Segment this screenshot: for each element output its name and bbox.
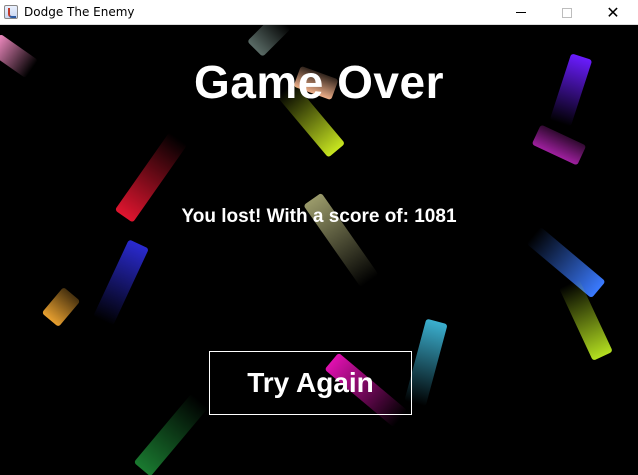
try-again-button[interactable]: Try Again [209, 351, 412, 415]
close-icon: ✕ [606, 2, 620, 22]
maximize-icon [562, 7, 572, 18]
enemy-streak [93, 239, 149, 326]
minimize-button[interactable] [498, 0, 544, 25]
enemy-streak [531, 124, 587, 166]
score-message: You lost! With a score of: 1081 [181, 206, 457, 227]
window-title: Dodge The Enemy [24, 5, 135, 19]
enemy-streak [247, 25, 291, 57]
minimize-icon [516, 12, 526, 13]
java-cup-icon [4, 5, 18, 19]
window-titlebar[interactable]: Dodge The Enemy ✕ [0, 0, 638, 25]
maximize-button[interactable] [544, 0, 590, 25]
enemy-streak [133, 393, 209, 475]
close-button[interactable]: ✕ [590, 0, 636, 25]
game-over-heading: Game Over [194, 56, 444, 108]
enemy-streak [41, 286, 81, 328]
